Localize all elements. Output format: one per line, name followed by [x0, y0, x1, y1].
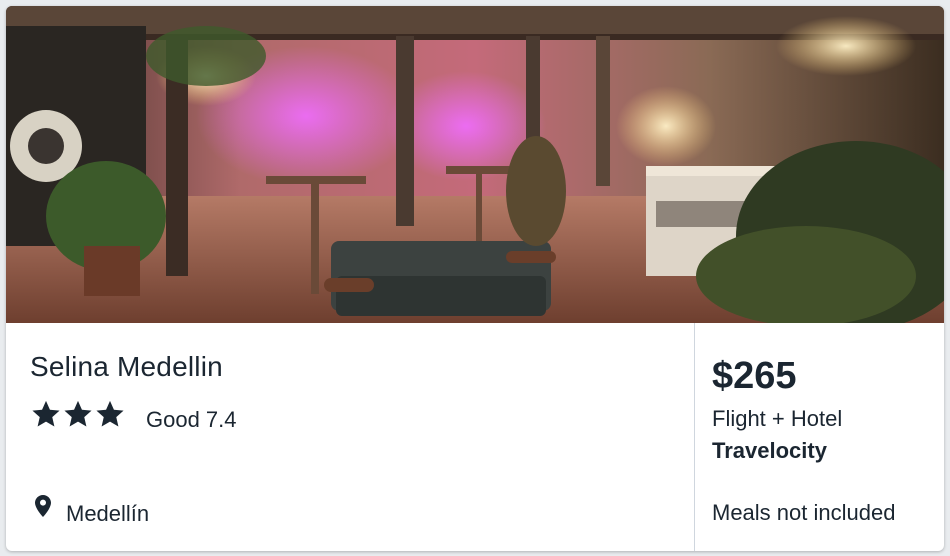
star-icon — [96, 400, 124, 427]
package-type: Flight + Hotel — [712, 406, 843, 431]
provider-name: Travelocity — [712, 438, 827, 463]
hotel-result-card[interactable]: Selina Medellin Good 7.4 Medellín $265 F… — [6, 6, 944, 551]
hotel-location: Medellín — [66, 501, 150, 526]
hotel-photo[interactable] — [6, 6, 944, 323]
price-section[interactable]: $265 Flight + Hotel Travelocity Meals no… — [695, 323, 944, 551]
star-icon — [64, 400, 92, 427]
price: $265 — [712, 355, 797, 397]
star-icon — [32, 400, 60, 427]
star-rating — [30, 397, 126, 431]
hotel-name[interactable]: Selina Medellin — [30, 351, 223, 383]
meals-info: Meals not included — [712, 500, 896, 525]
guest-rating: Good 7.4 — [146, 407, 237, 432]
location-pin-icon — [35, 495, 51, 517]
hotel-info-section: Selina Medellin Good 7.4 Medellín — [6, 323, 694, 551]
